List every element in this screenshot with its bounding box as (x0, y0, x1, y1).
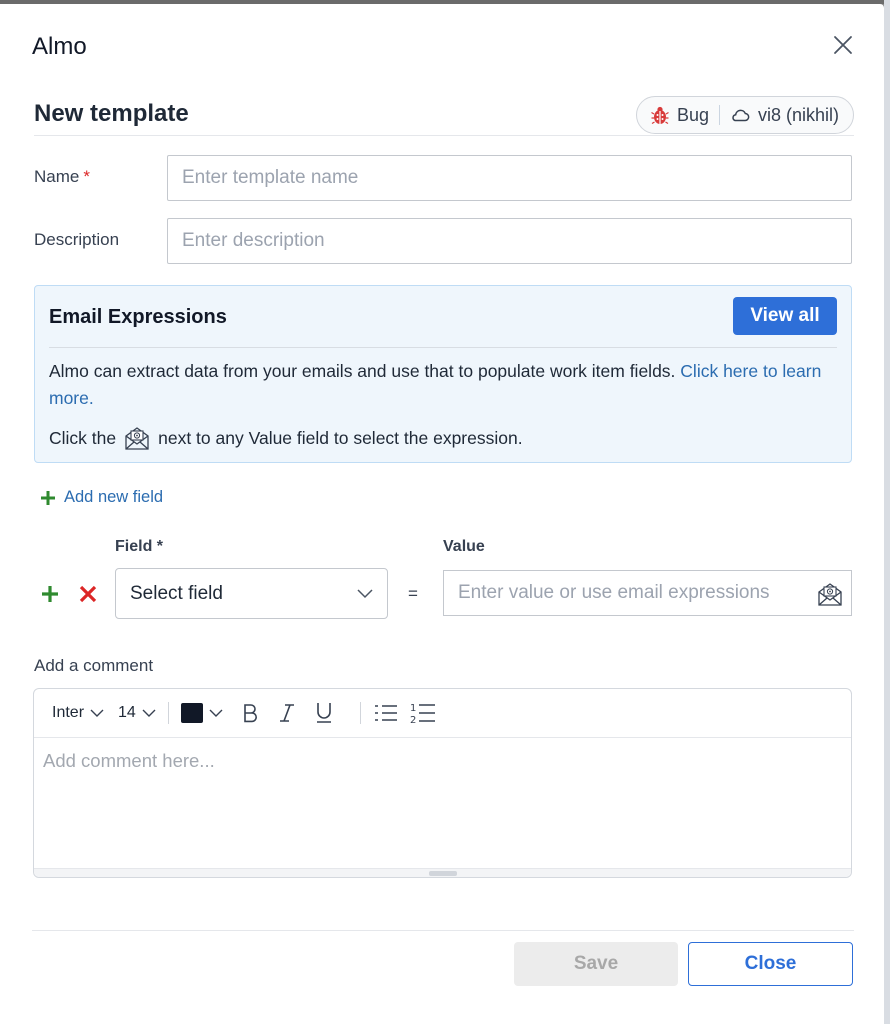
plus-icon (41, 490, 55, 505)
email-expressions-text: Almo can extract data from your emails a… (49, 361, 676, 381)
dialog-header: Almo (32, 32, 854, 68)
value-column-label: Value (443, 538, 485, 555)
remove-row-icon[interactable] (78, 584, 98, 604)
equals-sign: = (408, 584, 418, 603)
description-row: Description (34, 218, 852, 264)
hint-suffix: next to any Value field to select the ex… (158, 427, 523, 448)
field-column-label: Field * (115, 538, 164, 555)
item-type-label: Bug (676, 104, 709, 125)
font-size-value: 14 (118, 704, 136, 721)
email-expressions-header: Email Expressions View all (49, 286, 837, 348)
add-new-field-button[interactable]: Add new field (40, 488, 163, 507)
editor-toolbar: Inter 14 1 2 (34, 689, 851, 738)
chevron-down-icon (90, 709, 104, 717)
comment-editor: Inter 14 1 2 Add comment here... (33, 688, 852, 878)
project-label: vi8 (nikhil) (757, 104, 839, 125)
underline-icon (316, 703, 331, 723)
value-input[interactable] (444, 571, 784, 615)
resize-handle[interactable] (429, 871, 457, 876)
italic-icon (279, 704, 294, 722)
field-select[interactable]: Select field (115, 568, 388, 619)
email-expressions-title: Email Expressions (49, 306, 227, 328)
footer-divider (32, 930, 854, 931)
app-title: Almo (32, 33, 87, 60)
chevron-down-icon (357, 588, 373, 598)
name-label: Name * (34, 167, 90, 186)
text-color-swatch (180, 703, 203, 723)
bold-button[interactable] (237, 700, 263, 726)
toolbar-divider (167, 702, 169, 724)
numbered-list-button[interactable]: 12 (410, 700, 436, 726)
cloud-icon (732, 109, 750, 122)
name-row: Name * (34, 155, 852, 201)
svg-text:2: 2 (410, 715, 416, 725)
add-new-field-label: Add new field (64, 488, 164, 506)
pill-divider (718, 105, 720, 125)
font-size-select[interactable]: 14 (118, 704, 156, 722)
title-row: New template Bug vi8 (nikhil) (34, 96, 854, 136)
underline-button[interactable] (311, 700, 337, 726)
item-type: Bug (651, 105, 709, 126)
bullet-list-button[interactable] (373, 700, 399, 726)
svg-text:1: 1 (410, 703, 416, 714)
description-input[interactable] (167, 218, 852, 264)
view-all-button[interactable]: View all (733, 297, 837, 335)
comment-textarea[interactable] (34, 738, 851, 868)
email-expression-icon (125, 427, 149, 450)
comment-label: Add a comment (34, 656, 154, 675)
project: vi8 (nikhil) (730, 105, 839, 126)
email-expression-picker-icon[interactable] (817, 581, 843, 607)
save-button[interactable]: Save (514, 942, 678, 986)
email-expressions-panel: Email Expressions View all Almo can extr… (34, 285, 852, 463)
font-family-value: Inter (52, 704, 85, 721)
value-field (443, 570, 852, 616)
close-button[interactable]: Close (688, 942, 853, 986)
description-label: Description (34, 230, 120, 249)
chevron-down-icon (142, 709, 156, 717)
text-color-picker[interactable] (180, 703, 223, 723)
email-expressions-description: Almo can extract data from your emails a… (49, 358, 839, 412)
chevron-down-icon (209, 709, 223, 717)
email-expressions-hint: Click the next to any Value field to sel… (49, 425, 523, 451)
hint-prefix: Click the (49, 427, 117, 448)
bug-icon (651, 106, 669, 125)
add-row-icon[interactable] (40, 584, 60, 604)
numbered-list-icon: 12 (410, 703, 435, 725)
context-pill: Bug vi8 (nikhil) (635, 96, 854, 134)
toolbar-divider (359, 702, 361, 724)
close-icon[interactable] (832, 34, 854, 56)
editor-footer (34, 868, 851, 877)
template-name-input[interactable] (167, 155, 852, 201)
new-template-dialog: Almo New template Bug vi8 (nikhil) Name … (0, 4, 884, 1024)
backdrop-page-edge (884, 0, 890, 1024)
field-select-value: Select field (130, 582, 223, 604)
bullet-list-icon (374, 705, 397, 721)
required-marker: * (83, 167, 90, 186)
bold-icon (244, 704, 257, 723)
font-family-select[interactable]: Inter (52, 704, 104, 722)
italic-button[interactable] (274, 700, 300, 726)
